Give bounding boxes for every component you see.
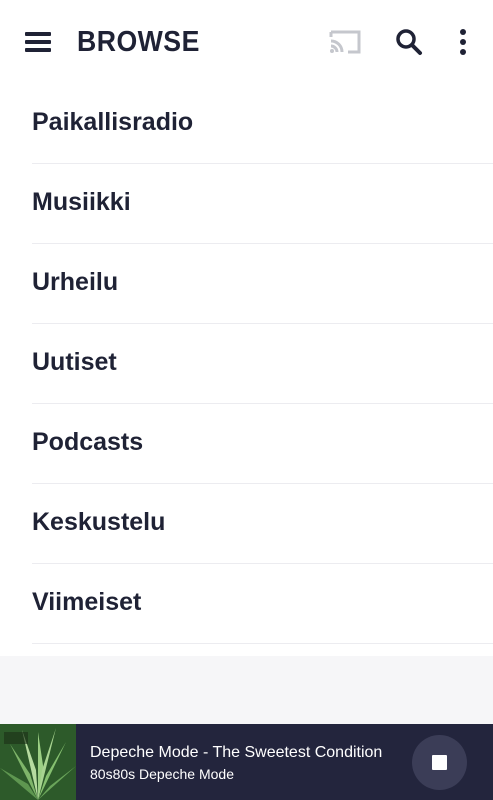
now-playing-title: Depeche Mode - The Sweetest Condition — [90, 744, 383, 761]
browse-item-label: Keskustelu — [32, 508, 166, 536]
page-title: BROWSE — [77, 26, 200, 58]
more-vertical-icon[interactable] — [448, 26, 480, 58]
list-footer-spacer — [0, 656, 493, 724]
browse-item-label: Uutiset — [32, 348, 117, 376]
browse-item-label: Urheilu — [32, 268, 119, 296]
browse-item-label: Musiikki — [32, 188, 131, 216]
stop-button[interactable] — [412, 735, 467, 790]
hamburger-menu-icon[interactable] — [25, 30, 51, 54]
album-cover-image[interactable] — [0, 724, 76, 800]
top-app-bar: BROWSE — [0, 0, 493, 84]
browse-item-musiikki[interactable]: Musiikki — [32, 164, 493, 244]
browse-item-viimeiset[interactable]: Viimeiset — [32, 564, 493, 644]
browse-item-uutiset[interactable]: Uutiset — [32, 324, 493, 404]
browse-item-label: Viimeiset — [32, 588, 142, 616]
browse-item-podcasts[interactable]: Podcasts — [32, 404, 493, 484]
now-playing-bar[interactable]: Depeche Mode - The Sweetest Condition 80… — [0, 724, 493, 800]
browse-item-urheilu[interactable]: Urheilu — [32, 244, 493, 324]
app-root: BROWSE Paikallisradio Musiikki Urheilu U… — [0, 0, 493, 800]
browse-item-label: Podcasts — [32, 428, 144, 456]
browse-item-keskustelu[interactable]: Keskustelu — [32, 484, 493, 564]
search-icon[interactable] — [393, 26, 425, 58]
cast-icon[interactable] — [329, 26, 361, 58]
browse-item-paikallisradio[interactable]: Paikallisradio — [32, 84, 493, 164]
browse-item-label: Paikallisradio — [32, 108, 194, 136]
browse-list: Paikallisradio Musiikki Urheilu Uutiset … — [0, 84, 493, 644]
now-playing-station: 80s80s Depeche Mode — [90, 766, 234, 782]
stop-icon — [432, 755, 447, 770]
